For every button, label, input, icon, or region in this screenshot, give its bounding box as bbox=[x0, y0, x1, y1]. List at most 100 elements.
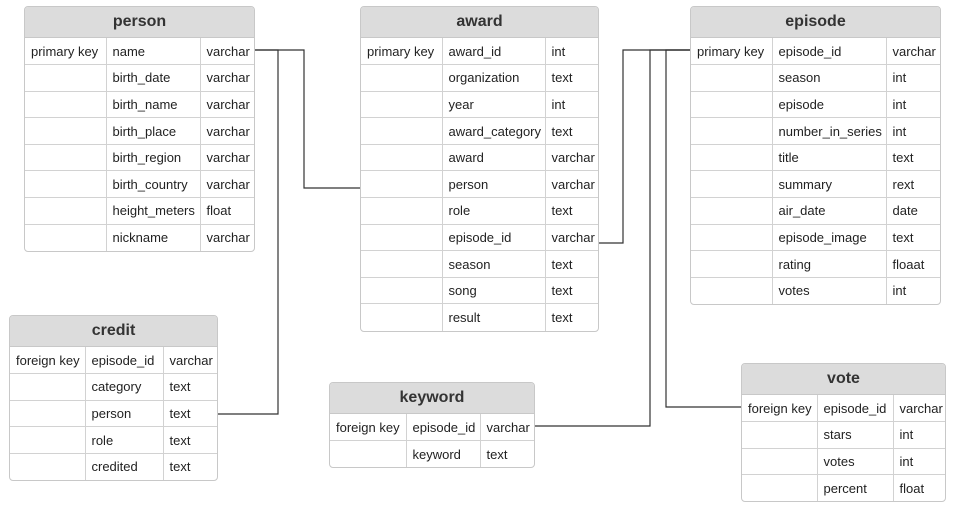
column-row[interactable]: height_meters float bbox=[25, 197, 254, 225]
column-row[interactable]: number_in_series int bbox=[691, 117, 940, 145]
column-row[interactable]: role text bbox=[10, 426, 217, 454]
column-key bbox=[10, 453, 86, 480]
column-key bbox=[361, 144, 443, 172]
column-key: primary key bbox=[691, 38, 773, 66]
column-row[interactable]: season int bbox=[691, 64, 940, 92]
column-row[interactable]: birth_place varchar bbox=[25, 117, 254, 145]
column-table: foreign key episode_id varchar stars int vote… bbox=[742, 395, 945, 502]
column-type: varchar bbox=[545, 170, 598, 199]
column-key bbox=[742, 474, 818, 502]
column-row[interactable]: air_date date bbox=[691, 197, 940, 225]
column-row[interactable]: episode int bbox=[691, 91, 940, 119]
column-row[interactable]: credited text bbox=[10, 453, 217, 480]
column-row[interactable]: award varchar bbox=[361, 144, 598, 172]
column-name: episode_image bbox=[772, 224, 887, 252]
column-type: text bbox=[163, 373, 217, 401]
column-key bbox=[361, 250, 443, 278]
column-row[interactable]: primary key award_id int bbox=[361, 38, 598, 66]
column-row[interactable]: organization text bbox=[361, 64, 598, 92]
column-name: birth_region bbox=[106, 144, 201, 172]
column-name: title bbox=[772, 144, 887, 172]
column-row[interactable]: person text bbox=[10, 400, 217, 428]
column-row[interactable]: summary rext bbox=[691, 170, 940, 199]
column-row[interactable]: birth_region varchar bbox=[25, 144, 254, 172]
entity-credit[interactable]: credit foreign key episode_id varchar categ… bbox=[9, 315, 218, 481]
column-row[interactable]: song text bbox=[361, 277, 598, 305]
column-key bbox=[330, 440, 407, 468]
column-name: organization bbox=[442, 64, 546, 92]
column-type: int bbox=[886, 64, 940, 92]
column-key bbox=[10, 400, 86, 428]
column-name: person bbox=[442, 170, 546, 199]
column-key bbox=[691, 170, 773, 199]
column-name: award_id bbox=[442, 38, 546, 66]
column-row[interactable]: award_category text bbox=[361, 117, 598, 145]
column-row[interactable]: year int bbox=[361, 91, 598, 119]
column-row[interactable]: rating floaat bbox=[691, 250, 940, 278]
column-row[interactable]: season text bbox=[361, 250, 598, 278]
column-key bbox=[361, 170, 443, 199]
column-name: keyword bbox=[406, 440, 481, 468]
entity-person[interactable]: person primary key name varchar birth_date v… bbox=[24, 6, 255, 252]
column-row[interactable]: category text bbox=[10, 373, 217, 401]
column-name: percent bbox=[817, 474, 894, 502]
column-type: varchar bbox=[163, 347, 217, 375]
column-name: season bbox=[442, 250, 546, 278]
column-name: birth_name bbox=[106, 91, 201, 119]
column-key bbox=[691, 197, 773, 225]
column-type: text bbox=[551, 309, 573, 325]
column-type: float bbox=[200, 197, 254, 225]
column-row[interactable]: person varchar bbox=[361, 170, 598, 199]
entity-vote[interactable]: vote foreign key episode_id varchar stars in… bbox=[741, 363, 946, 503]
column-row[interactable]: episode_image text bbox=[691, 224, 940, 252]
column-name: votes bbox=[772, 277, 887, 304]
column-row[interactable]: episode_id varchar bbox=[361, 224, 598, 252]
column-name: summary bbox=[772, 170, 887, 199]
column-key bbox=[361, 64, 443, 92]
column-row[interactable]: title text bbox=[691, 144, 940, 172]
column-row[interactable]: birth_date varchar bbox=[25, 64, 254, 92]
column-key bbox=[25, 170, 107, 199]
entity-keyword[interactable]: keyword foreign key episode_id varchar keyw… bbox=[329, 382, 535, 469]
column-name: year bbox=[442, 91, 546, 119]
column-name: episode_id bbox=[85, 347, 164, 375]
column-row[interactable]: percent float bbox=[742, 474, 945, 502]
column-key bbox=[25, 224, 107, 251]
column-name: name bbox=[106, 38, 201, 66]
column-key bbox=[361, 197, 443, 225]
column-row[interactable]: votes int bbox=[691, 277, 940, 304]
column-row[interactable]: result text bbox=[361, 303, 598, 331]
column-key bbox=[361, 224, 443, 252]
column-key: primary key bbox=[361, 38, 443, 66]
column-row[interactable]: birth_country varchar bbox=[25, 170, 254, 199]
column-row[interactable]: primary key episode_id varchar bbox=[691, 38, 940, 66]
column-name: award_category bbox=[442, 117, 546, 145]
column-key bbox=[10, 373, 86, 401]
column-key bbox=[25, 91, 107, 119]
column-row[interactable]: votes int bbox=[742, 448, 945, 476]
column-key: foreign key bbox=[10, 347, 86, 375]
column-type: varchar bbox=[545, 224, 598, 252]
entity-award[interactable]: award primary key award_id int organization… bbox=[360, 6, 599, 332]
column-row[interactable]: foreign key episode_id varchar bbox=[10, 347, 217, 375]
column-row[interactable]: birth_name varchar bbox=[25, 91, 254, 119]
entity-title: award bbox=[361, 7, 598, 38]
column-name: rating bbox=[772, 250, 887, 278]
column-row[interactable]: role text bbox=[361, 197, 598, 225]
column-type: varchar bbox=[886, 38, 940, 66]
entity-episode[interactable]: episode primary key episode_id varchar seas… bbox=[690, 6, 941, 305]
column-type: floaat bbox=[886, 250, 940, 278]
column-name: birth_date bbox=[106, 64, 201, 92]
column-row[interactable]: foreign key episode_id varchar bbox=[330, 414, 534, 442]
column-type: text bbox=[545, 197, 598, 225]
column-name: role bbox=[442, 197, 546, 225]
column-row[interactable]: stars int bbox=[742, 421, 945, 449]
column-row[interactable]: foreign key episode_id varchar bbox=[742, 395, 945, 423]
column-table: foreign key episode_id varchar category text… bbox=[10, 347, 217, 480]
column-row[interactable]: keyword text bbox=[330, 440, 534, 468]
column-key bbox=[361, 117, 443, 145]
column-row[interactable]: nickname varchar bbox=[25, 224, 254, 251]
column-type: text bbox=[886, 144, 940, 172]
column-row[interactable]: primary key name varchar bbox=[25, 38, 254, 66]
column-name: credited bbox=[85, 453, 164, 480]
